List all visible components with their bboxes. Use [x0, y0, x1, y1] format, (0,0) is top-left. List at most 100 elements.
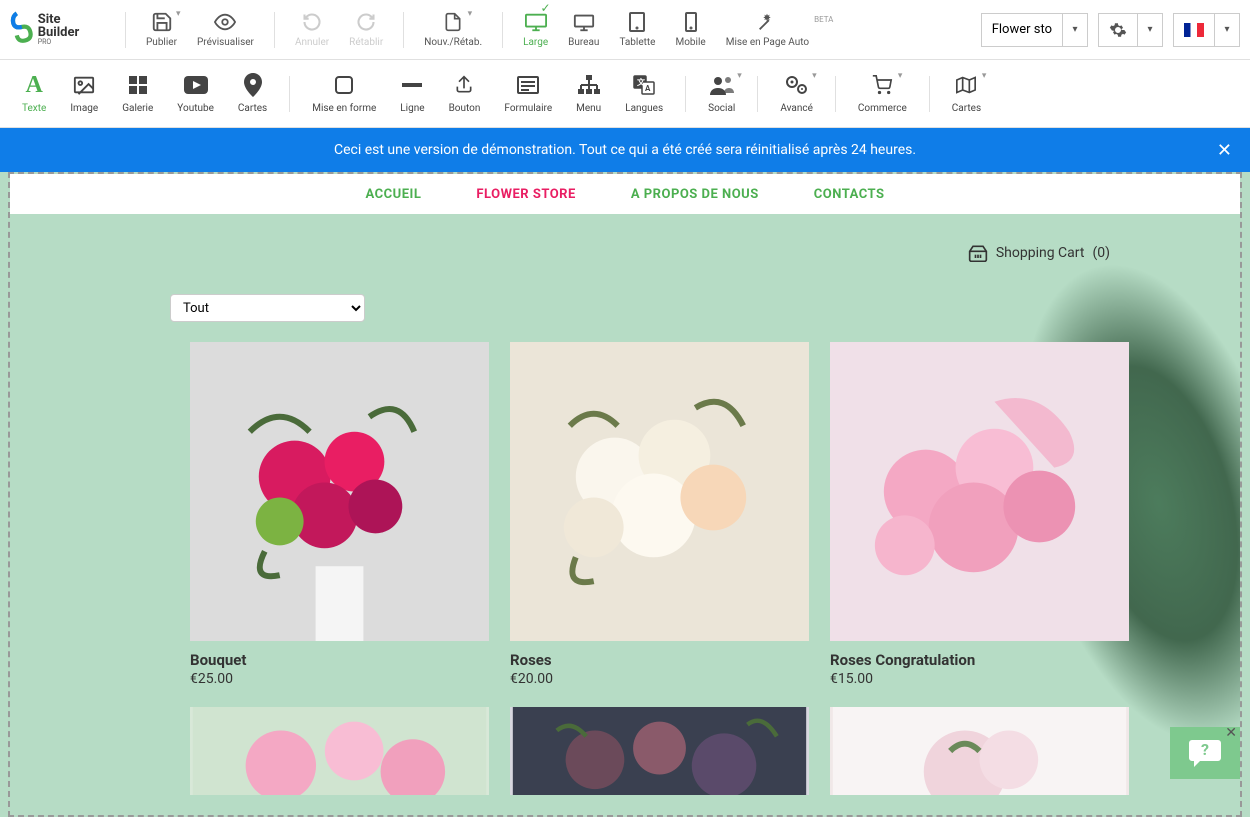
- insert-toolbar: A Texte Image Galerie Youtube Cartes Mis…: [0, 60, 1250, 128]
- close-icon[interactable]: ✕: [1217, 140, 1232, 161]
- site-navigation: ACCUEIL FLOWER STORE A PROPOS DE NOUS CO…: [10, 174, 1240, 214]
- youtube-icon: [184, 73, 208, 97]
- save-icon: ▾: [151, 11, 173, 33]
- insert-menu-button[interactable]: Menu: [564, 69, 613, 118]
- insert-button-button[interactable]: Bouton: [437, 69, 493, 118]
- insert-menu-label: Menu: [576, 103, 601, 114]
- separator: [274, 12, 275, 48]
- product-thumbnail: [190, 707, 489, 795]
- text-icon: A: [22, 73, 46, 97]
- mobile-icon: [680, 11, 702, 33]
- nav-home[interactable]: ACCUEIL: [366, 187, 422, 202]
- product-price: €25.00: [190, 671, 489, 687]
- insert-advanced-button[interactable]: ▾ Avancé: [768, 69, 825, 118]
- product-card[interactable]: Roses Congratulation €15.00: [830, 342, 1129, 687]
- flag-france-icon: [1174, 14, 1215, 46]
- insert-commerce-button[interactable]: ▾ Commerce: [846, 69, 919, 118]
- svg-text:A: A: [645, 84, 651, 93]
- undo-label: Annuler: [295, 37, 329, 48]
- undo-icon: [301, 11, 323, 33]
- nav-contacts[interactable]: CONTACTS: [814, 187, 885, 202]
- category-select[interactable]: Tout: [170, 294, 365, 322]
- redo-button[interactable]: Rétablir: [339, 7, 393, 52]
- viewport-large-button[interactable]: ✓ Large: [513, 7, 558, 52]
- basket-icon: [968, 244, 988, 262]
- chevron-down-icon: ▾: [737, 71, 742, 81]
- insert-maps-label: Cartes: [238, 103, 267, 114]
- separator: [125, 12, 126, 48]
- insert-text-button[interactable]: A Texte: [10, 69, 58, 118]
- gears-icon: ▾: [785, 73, 809, 97]
- gear-icon: [1099, 14, 1138, 46]
- close-icon[interactable]: ✕: [1225, 725, 1237, 741]
- sitemap-icon: [577, 73, 601, 97]
- product-card[interactable]: [510, 707, 809, 795]
- canvas: ACCUEIL FLOWER STORE A PROPOS DE NOUS CO…: [0, 172, 1250, 817]
- product-card[interactable]: [190, 707, 489, 795]
- chevron-down-icon: ▾: [982, 71, 987, 81]
- insert-social-label: Social: [708, 103, 735, 114]
- separator: [289, 76, 290, 112]
- settings-dropdown[interactable]: ▾: [1098, 13, 1163, 47]
- translate-icon: 文A: [632, 73, 656, 97]
- product-thumbnail: [830, 342, 1129, 641]
- auto-layout-button[interactable]: Mise en Page Auto: [716, 7, 819, 52]
- users-icon: ▾: [710, 73, 734, 97]
- insert-youtube-label: Youtube: [177, 103, 214, 114]
- cart-icon: ▾: [870, 73, 894, 97]
- insert-languages-label: Langues: [625, 103, 663, 114]
- insert-maps2-label: Cartes: [952, 103, 981, 114]
- viewport-tablet-label: Tablette: [619, 37, 655, 48]
- product-title: Roses Congratulation: [830, 651, 1129, 669]
- image-icon: [72, 73, 96, 97]
- insert-text-label: Texte: [22, 103, 46, 114]
- insert-maps-button[interactable]: Cartes: [226, 69, 279, 118]
- insert-line-button[interactable]: Ligne: [388, 69, 436, 118]
- insert-languages-button[interactable]: 文A Langues: [613, 69, 675, 118]
- language-dropdown[interactable]: ▾: [1173, 13, 1240, 47]
- redo-label: Rétablir: [349, 37, 383, 48]
- map-pin-icon: [241, 73, 265, 97]
- check-icon: ✓: [541, 1, 551, 15]
- product-thumbnail: [510, 707, 809, 795]
- viewport-desktop-button[interactable]: Bureau: [558, 7, 609, 52]
- magic-wand-icon: [756, 11, 778, 33]
- viewport-desktop-label: Bureau: [568, 37, 599, 48]
- new-restore-button[interactable]: ▾ Nouv./Rétab.: [414, 7, 492, 52]
- insert-gallery-button[interactable]: Galerie: [110, 69, 165, 118]
- share-icon: [452, 73, 476, 97]
- chevron-down-icon: ▾: [1138, 24, 1162, 35]
- insert-maps2-button[interactable]: ▾ Cartes: [940, 69, 993, 118]
- auto-layout-label: Mise en Page Auto: [726, 37, 809, 48]
- square-icon: [332, 73, 356, 97]
- product-card[interactable]: [830, 707, 1129, 795]
- demo-banner: Ceci est une version de démonstration. T…: [0, 128, 1250, 172]
- insert-image-button[interactable]: Image: [58, 69, 110, 118]
- tablet-icon: [626, 11, 648, 33]
- shopping-cart-link[interactable]: Shopping Cart (0): [968, 244, 1110, 262]
- monitor-large-icon: ✓: [525, 11, 547, 33]
- page-frame[interactable]: ACCUEIL FLOWER STORE A PROPOS DE NOUS CO…: [8, 172, 1242, 817]
- product-card[interactable]: Bouquet €25.00: [190, 342, 489, 687]
- insert-form-button[interactable]: Formulaire: [492, 69, 564, 118]
- viewport-tablet-button[interactable]: Tablette: [609, 7, 665, 52]
- help-widget[interactable]: ✕ ?: [1170, 727, 1240, 779]
- viewport-mobile-button[interactable]: Mobile: [666, 7, 716, 52]
- nav-about[interactable]: A PROPOS DE NOUS: [631, 187, 759, 202]
- site-select-dropdown[interactable]: Flower sto ▾: [981, 13, 1088, 47]
- nav-flower-store[interactable]: FLOWER STORE: [476, 187, 575, 202]
- logo-mark-icon: [10, 10, 34, 50]
- insert-image-label: Image: [70, 103, 98, 114]
- preview-button[interactable]: Prévisualiser: [187, 7, 264, 52]
- publish-button[interactable]: ▾ Publier: [136, 7, 187, 52]
- insert-social-button[interactable]: ▾ Social: [696, 69, 747, 118]
- publish-label: Publier: [146, 37, 177, 48]
- logo[interactable]: Site BuilderPRO: [10, 6, 95, 54]
- insert-line-label: Ligne: [400, 103, 424, 114]
- insert-youtube-button[interactable]: Youtube: [165, 69, 226, 118]
- product-card[interactable]: Roses €20.00: [510, 342, 809, 687]
- insert-layout-button[interactable]: Mise en forme: [300, 69, 388, 118]
- undo-button[interactable]: Annuler: [285, 7, 339, 52]
- product-price: €20.00: [510, 671, 809, 687]
- viewport-large-label: Large: [523, 37, 548, 48]
